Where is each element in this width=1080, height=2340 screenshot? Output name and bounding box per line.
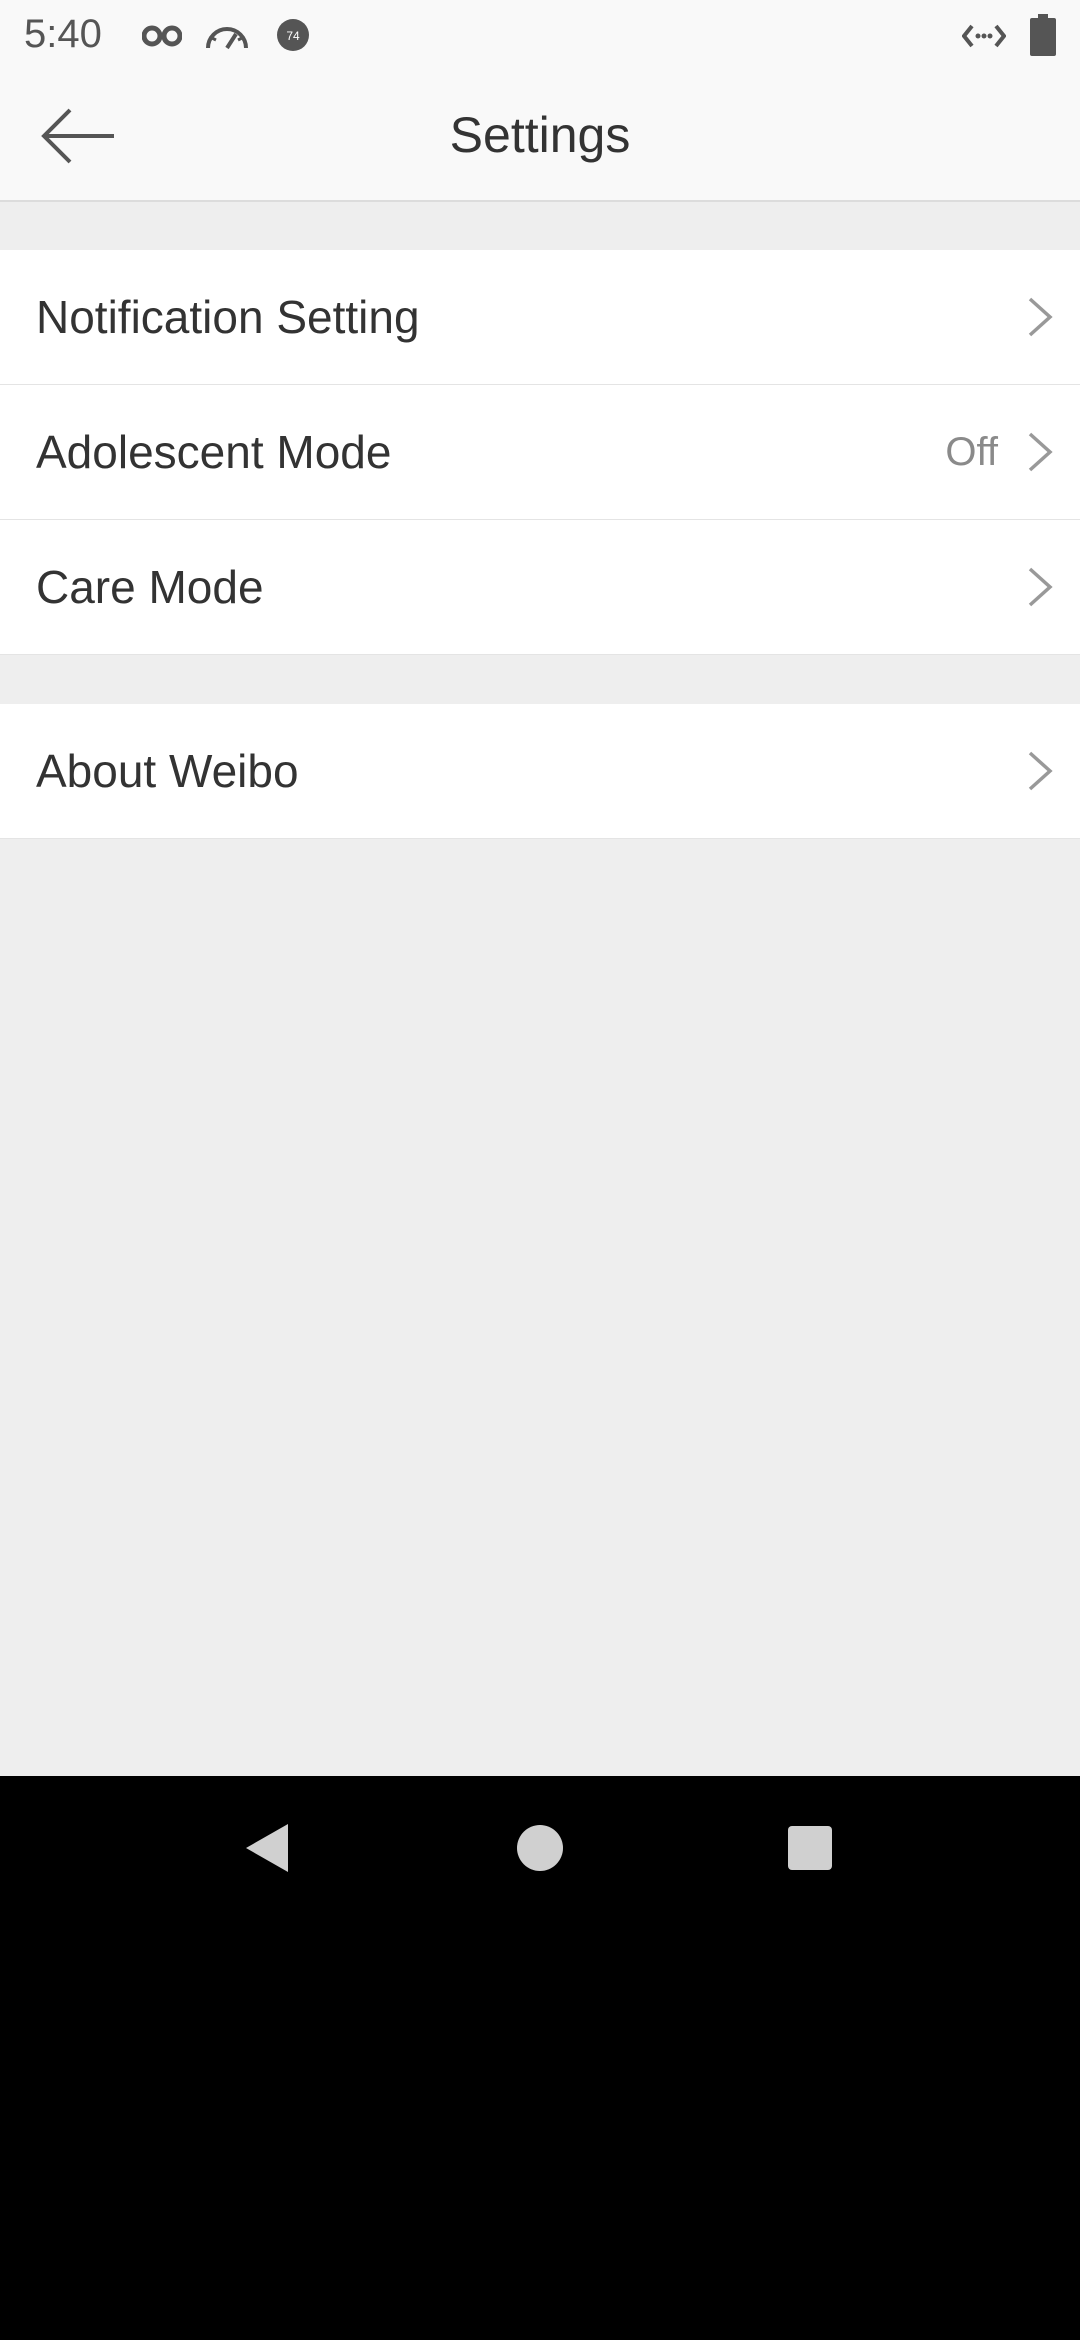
settings-item-label: Care Mode: [36, 561, 264, 613]
settings-item-adolescent-mode[interactable]: Adolescent Mode Off: [0, 385, 1080, 520]
system-nav-bar: [0, 1776, 1080, 1916]
badge-74-icon: 74: [276, 18, 310, 57]
home-circle-icon: [517, 1825, 563, 1871]
chevron-right-icon: [1024, 295, 1054, 339]
badge-74-text: 74: [286, 29, 300, 43]
settings-group-about: About Weibo: [0, 704, 1080, 839]
chevron-right-icon: [1024, 565, 1054, 609]
status-time: 5:40: [24, 12, 102, 56]
chevron-right-icon: [1024, 430, 1054, 474]
incognito-icon: [141, 22, 183, 55]
nav-back-button[interactable]: [238, 1818, 298, 1878]
settings-item-about-weibo[interactable]: About Weibo: [0, 704, 1080, 839]
settings-item-notification-setting[interactable]: Notification Setting: [0, 250, 1080, 385]
settings-item-label: Adolescent Mode: [36, 426, 392, 478]
recents-square-icon: [788, 1826, 832, 1870]
nav-recents-button[interactable]: [780, 1818, 840, 1878]
settings-item-label: About Weibo: [36, 745, 299, 797]
speedometer-icon: [204, 20, 250, 57]
settings-item-value: Off: [945, 429, 998, 474]
settings-group-main: Notification Setting Adolescent Mode Off…: [0, 250, 1080, 655]
back-triangle-icon: [246, 1824, 288, 1872]
status-bar: 5:40 74: [0, 0, 1080, 70]
chevron-right-icon: [1024, 749, 1054, 793]
app-bar: Settings: [0, 70, 1080, 202]
code-arrows-icon: [961, 22, 1007, 55]
settings-item-care-mode[interactable]: Care Mode: [0, 520, 1080, 655]
settings-content: Notification Setting Adolescent Mode Off…: [0, 202, 1080, 1776]
nav-home-button[interactable]: [510, 1818, 570, 1878]
battery-icon: [1030, 14, 1056, 61]
screen: 5:40 74 Settings Notification Setting Ad…: [0, 0, 1080, 2340]
settings-item-label: Notification Setting: [36, 291, 420, 343]
page-title: Settings: [449, 107, 631, 163]
